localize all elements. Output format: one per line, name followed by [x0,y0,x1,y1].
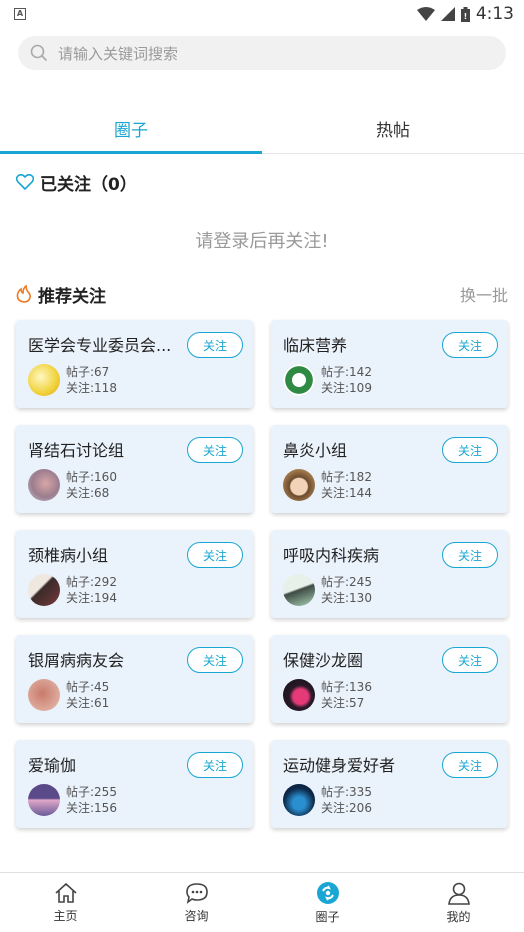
nav-consult[interactable]: 咨询 [131,873,262,932]
group-name: 鼻炎小组 [283,441,348,460]
group-card[interactable]: 呼吸内科疾病 关注 帖子:245 关注:130 [271,530,508,618]
fire-icon [16,285,31,303]
post-count: 帖子:182 [321,470,372,484]
search-icon [30,44,48,62]
swap-batch-button[interactable]: 换一批 [460,282,508,306]
follow-button[interactable]: 关注 [187,332,243,358]
group-card[interactable]: 运动健身爱好者 关注 帖子:335 关注:206 [271,740,508,828]
post-count: 帖子:142 [321,365,372,379]
follower-count: 关注:156 [66,801,117,815]
followed-section-header: 已关注（0） [0,154,524,210]
group-card[interactable]: 医学会专业委员会... 关注 帖子:67 关注:118 [16,320,253,408]
search-placeholder: 请输入关键词搜索 [58,44,179,63]
group-avatar [283,364,315,396]
login-tip[interactable]: 请登录后再关注! [0,210,524,270]
post-count: 帖子:255 [66,785,117,799]
group-name: 临床营养 [283,336,348,355]
group-card[interactable]: 肾结石讨论组 关注 帖子:160 关注:68 [16,425,253,513]
group-name: 医学会专业委员会... [28,336,172,355]
tab-hot-posts[interactable]: 热帖 [262,104,524,153]
group-name: 保健沙龙圈 [283,651,364,670]
follow-button[interactable]: 关注 [442,542,498,568]
bottom-nav: 主页 咨询 圈子 我的 [0,872,524,932]
group-avatar [283,784,315,816]
home-icon [54,882,77,903]
status-time: 4:13 [475,4,514,24]
group-avatar [28,364,60,396]
follower-count: 关注:61 [66,696,110,710]
group-name: 爱瑜伽 [28,756,77,775]
group-card[interactable]: 颈椎病小组 关注 帖子:292 关注:194 [16,530,253,618]
group-grid: 医学会专业委员会... 关注 帖子:67 关注:118 临床营养 关注 帖子:14… [0,320,524,828]
group-avatar [283,574,315,606]
recommend-title: 推荐关注 [38,286,106,307]
post-count: 帖子:160 [66,470,117,484]
group-avatar [283,469,315,501]
follower-count: 关注:109 [321,381,372,395]
search-input[interactable]: 请输入关键词搜索 [18,36,506,70]
heart-icon [16,174,34,190]
status-bar: A ! 4:13 [0,0,524,28]
svg-text:!: ! [463,12,467,21]
tab-circle[interactable]: 圈子 [0,104,262,154]
nav-home[interactable]: 主页 [0,873,131,932]
group-name: 颈椎病小组 [28,546,109,565]
tab-bar: 圈子 热帖 [0,104,524,154]
followed-label: 已关注（0） [40,174,137,195]
follower-count: 关注:118 [66,381,117,395]
recommend-header: 推荐关注 换一批 [0,270,524,318]
post-count: 帖子:45 [66,680,110,694]
follow-button[interactable]: 关注 [442,332,498,358]
nav-mine-label: 我的 [446,909,471,924]
group-name: 肾结石讨论组 [28,441,125,460]
nav-mine[interactable]: 我的 [393,873,524,932]
group-avatar [283,679,315,711]
follow-button[interactable]: 关注 [442,647,498,673]
follower-count: 关注:206 [321,801,372,815]
user-icon [447,882,470,905]
group-name: 运动健身爱好者 [283,756,396,775]
nav-home-label: 主页 [53,908,78,923]
circle-icon [316,881,339,904]
group-card[interactable]: 临床营养 关注 帖子:142 关注:109 [271,320,508,408]
battery-icon: ! [460,6,470,22]
follower-count: 关注:130 [321,591,372,605]
nav-consult-label: 咨询 [184,908,209,923]
group-avatar [28,679,60,711]
follow-button[interactable]: 关注 [442,752,498,778]
follower-count: 关注:57 [321,696,365,710]
wifi-icon [416,7,435,21]
signal-icon [440,7,455,21]
post-count: 帖子:67 [66,365,110,379]
status-icons: ! 4:13 [416,4,514,24]
notification-icon: A [14,8,26,20]
group-card[interactable]: 保健沙龙圈 关注 帖子:136 关注:57 [271,635,508,723]
follow-button[interactable]: 关注 [187,542,243,568]
group-name: 呼吸内科疾病 [283,546,380,565]
group-card[interactable]: 爱瑜伽 关注 帖子:255 关注:156 [16,740,253,828]
group-name: 银屑病病友会 [28,651,125,670]
follower-count: 关注:144 [321,486,372,500]
group-card[interactable]: 鼻炎小组 关注 帖子:182 关注:144 [271,425,508,513]
post-count: 帖子:136 [321,680,372,694]
follow-button[interactable]: 关注 [187,437,243,463]
group-avatar [28,469,60,501]
group-avatar [28,784,60,816]
follower-count: 关注:194 [66,591,117,605]
follow-button[interactable]: 关注 [187,647,243,673]
follower-count: 关注:68 [66,486,110,500]
post-count: 帖子:292 [66,575,117,589]
post-count: 帖子:245 [321,575,372,589]
follow-button[interactable]: 关注 [442,437,498,463]
chat-icon [185,882,208,904]
nav-circle-label: 圈子 [315,909,340,924]
post-count: 帖子:335 [321,785,372,799]
group-card[interactable]: 银屑病病友会 关注 帖子:45 关注:61 [16,635,253,723]
follow-button[interactable]: 关注 [187,752,243,778]
nav-circle[interactable]: 圈子 [262,873,393,932]
group-avatar [28,574,60,606]
